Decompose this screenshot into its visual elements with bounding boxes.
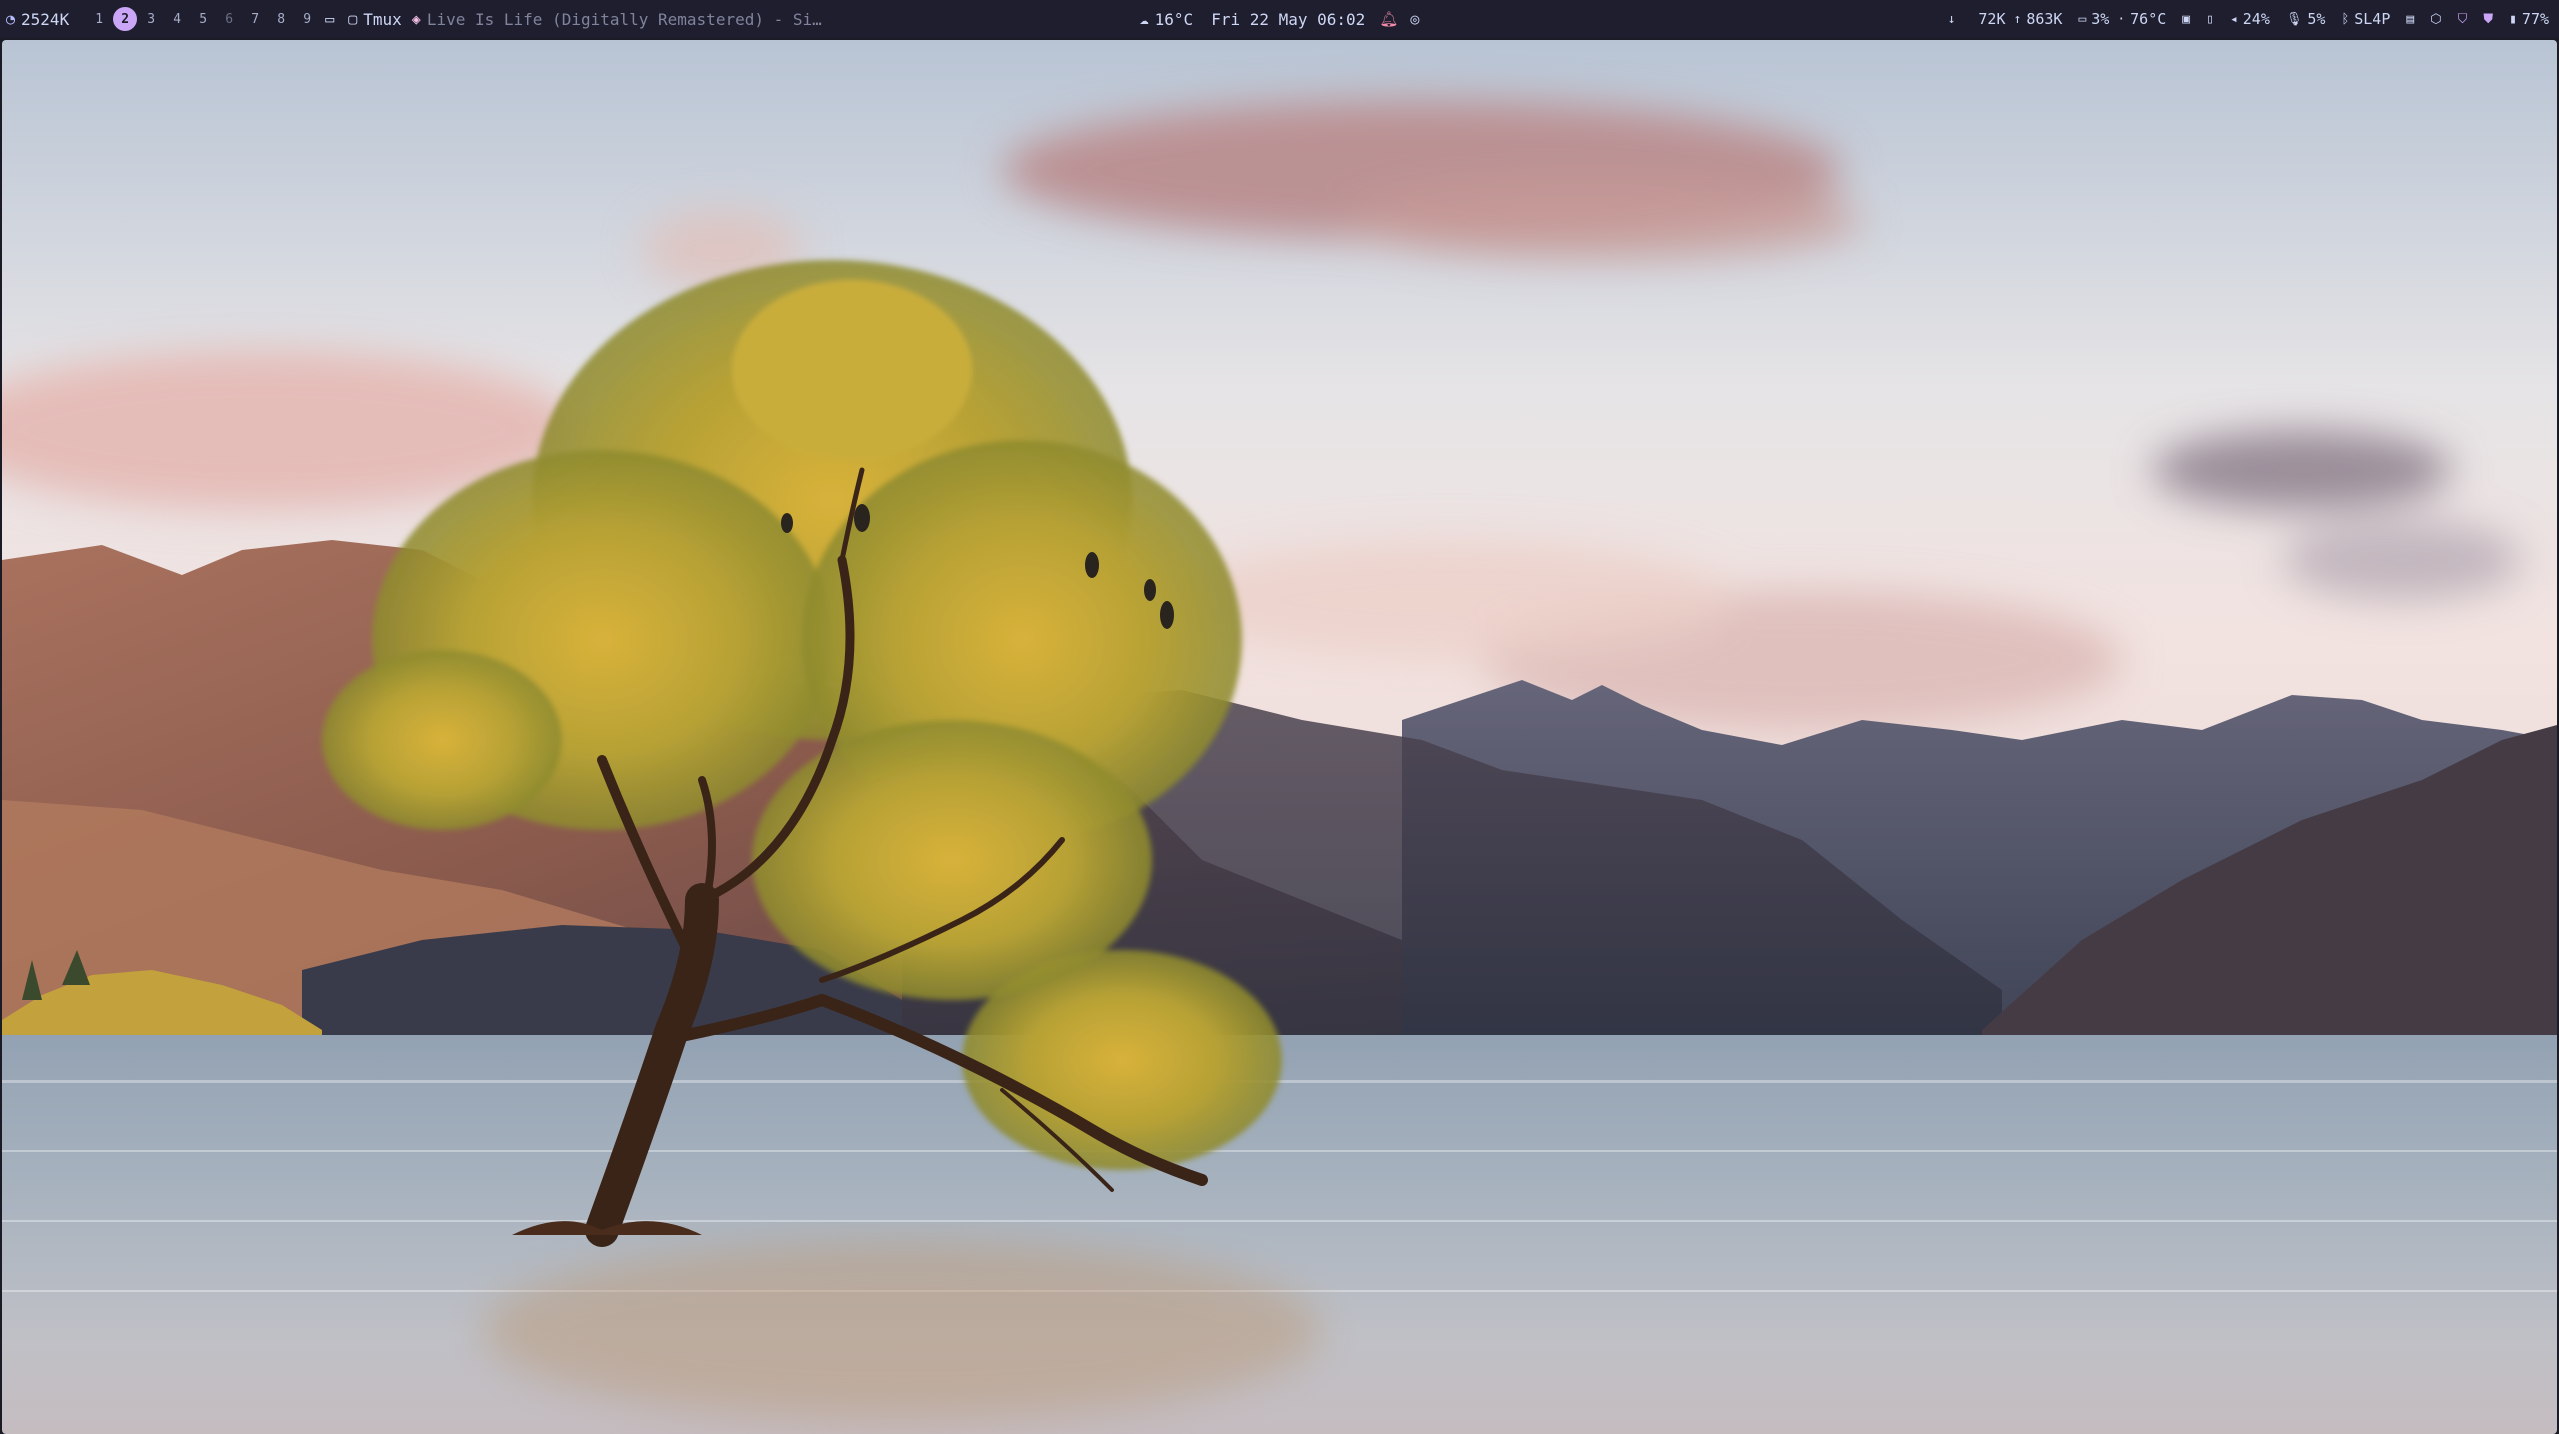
now-playing-title: Live Is Life (Digitally Remastered) - Si… [426, 9, 822, 29]
notes-icon: ▤ [2406, 11, 2415, 27]
laptop-icon: ▭ [2078, 11, 2087, 27]
bluetooth-icon: ᛒ [2341, 11, 2350, 27]
wallpaper-image [2, 40, 2557, 1434]
workspace-1[interactable]: 1 [87, 7, 111, 31]
bluetooth-device: SL4P [2354, 10, 2391, 28]
vpn-module[interactable]: ⛉ [2458, 12, 2468, 27]
layout-indicator[interactable]: ▭ [325, 10, 340, 28]
phone-module[interactable]: ▯ [2206, 12, 2214, 27]
active-app-name: Tmux [363, 9, 402, 29]
download-arrow-icon: ↓ [1947, 11, 1956, 27]
workspace-3[interactable]: 3 [139, 7, 163, 31]
bar-right: ↓ 72K ↑ 863K ▭ 3% · 76°C ▣ ▯ ◂ 24% 🎙︎ 5% [1419, 0, 2553, 38]
notification-module[interactable]: 🔔︎ [1379, 10, 1398, 28]
workspace-4[interactable]: 4 [165, 7, 189, 31]
workspace-2[interactable]: 2 [113, 7, 138, 31]
microphone-module[interactable]: 🎙︎ 5% [2286, 10, 2326, 28]
net-down-value: 72K [1978, 10, 2006, 28]
battery-module[interactable]: ▮ 77% [2509, 10, 2549, 28]
temperature-value: 76°C [2130, 10, 2167, 28]
clipboard-module[interactable]: ▣ [2182, 12, 2190, 27]
bar-left: ◔ 2524K 1 2 3 4 5 6 7 8 9 ▭ ▢ Tmux ◈ Liv… [6, 0, 1140, 38]
workspace-9[interactable]: 9 [295, 7, 319, 31]
shield-check-icon: ⛊ [2483, 11, 2494, 27]
weather-module[interactable]: ☁ 16°C [1140, 10, 1194, 29]
microphone-icon: 🎙︎ [2285, 11, 2303, 27]
workspace-8[interactable]: 8 [269, 7, 293, 31]
cpu-module[interactable]: ▭ 3% [2078, 10, 2109, 28]
volume-module[interactable]: ◂ 24% [2230, 10, 2270, 28]
workspace-switcher: 1 2 3 4 5 6 7 8 9 [87, 7, 321, 31]
notification-bell-icon: 🔔︎ [1379, 10, 1399, 28]
memory-value: 2524K [21, 9, 70, 29]
security-module[interactable]: ⛊ [2483, 12, 2493, 27]
clipboard-icon: ▣ [2182, 11, 2191, 27]
window-icon: ▢ [348, 10, 358, 28]
memory-icon: ◔ [6, 10, 16, 28]
workspace-6[interactable]: 6 [217, 7, 241, 31]
bar-center: ☁ 16°C Fri 22 May 06:02 🔔︎ ◎ [1140, 0, 1420, 38]
eye-off-icon: ◎ [1410, 10, 1420, 28]
battery-value: 77% [2521, 10, 2550, 28]
upload-arrow-icon: ↑ [2013, 11, 2022, 27]
weather-cloud-icon: ☁ [1139, 10, 1149, 28]
network-module[interactable]: ↓ 72K ↑ 863K [1948, 10, 2063, 28]
active-app[interactable]: ▢ Tmux [348, 10, 402, 29]
top-status-bar: ◔ 2524K 1 2 3 4 5 6 7 8 9 ▭ ▢ Tmux ◈ Liv… [0, 0, 2559, 38]
power-profile-module[interactable]: ⬡ [2430, 12, 2441, 27]
media-module[interactable]: ◈ Live Is Life (Digitally Remastered) - … [412, 10, 822, 29]
speaker-icon: ◂ [2229, 11, 2238, 27]
layout-icon: ▭ [325, 10, 335, 28]
music-player-icon: ◈ [411, 10, 421, 28]
idle-inhibitor[interactable]: ◎ [1410, 10, 1419, 28]
separator-dot-icon: · [2117, 11, 2126, 27]
weather-temp: 16°C [1154, 9, 1194, 29]
desktop-wallpaper [2, 40, 2557, 1434]
memory-module[interactable]: ◔ 2524K [6, 10, 69, 29]
net-up-value: 863K [2026, 10, 2063, 28]
bluetooth-module[interactable]: ᛒ SL4P [2341, 10, 2390, 28]
notes-module[interactable]: ▤ [2406, 12, 2414, 27]
workspace-7[interactable]: 7 [243, 7, 267, 31]
clock-module[interactable]: Fri 22 May 06:02 [1211, 10, 1365, 29]
battery-icon: ▮ [2509, 11, 2517, 27]
hexagon-icon: ⬡ [2430, 11, 2442, 27]
mic-value: 5% [2307, 10, 2326, 28]
temperature-module[interactable]: · 76°C [2117, 10, 2166, 28]
volume-value: 24% [2242, 10, 2270, 28]
shield-icon: ⛉ [2457, 11, 2468, 27]
workspace-5[interactable]: 5 [191, 7, 215, 31]
cpu-value: 3% [2091, 10, 2110, 28]
clock-text: Fri 22 May 06:02 [1211, 9, 1366, 29]
phone-icon: ▯ [2206, 11, 2214, 27]
